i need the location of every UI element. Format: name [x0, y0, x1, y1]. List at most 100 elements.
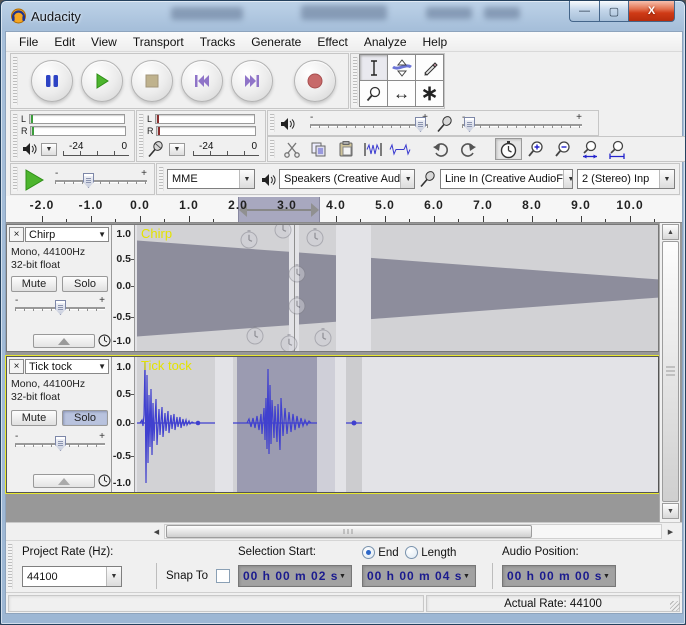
zoom-tool[interactable]: [359, 80, 388, 107]
track-title-menu[interactable]: Chirp▼: [25, 227, 109, 242]
toolbar-grip[interactable]: [353, 57, 358, 105]
pause-button[interactable]: [31, 60, 73, 102]
cut-button[interactable]: [278, 138, 305, 160]
track-chirp[interactable]: × Chirp▼ Mono, 44100Hz 32-bit float Mute…: [6, 224, 659, 352]
horizontal-scroll-thumb[interactable]: [166, 525, 532, 538]
skip-to-start-button[interactable]: [181, 60, 223, 102]
menu-analyze[interactable]: Analyze: [356, 33, 415, 51]
toolbar-grip[interactable]: [270, 140, 275, 158]
fit-project-button[interactable]: [603, 138, 630, 160]
recording-meter-right[interactable]: [156, 126, 256, 136]
menu-file[interactable]: File: [11, 33, 46, 51]
minimize-button[interactable]: —: [569, 1, 599, 22]
toolbar-grip[interactable]: [13, 57, 18, 105]
end-radio[interactable]: [362, 546, 375, 559]
menu-tracks[interactable]: Tracks: [192, 33, 244, 51]
menu-generate[interactable]: Generate: [243, 33, 309, 51]
scroll-down-button[interactable]: ▼: [662, 503, 679, 519]
track-collapse-button[interactable]: [33, 334, 95, 348]
zoom-out-button[interactable]: [549, 138, 576, 160]
trim-audio-button[interactable]: [359, 138, 386, 160]
solo-button[interactable]: Solo: [62, 410, 108, 426]
audio-position-field[interactable]: 00 h 00 m 00 s▼: [502, 565, 616, 587]
amplitude-ruler[interactable]: 1.0 0.5 0.0 -0.5 -1.0: [112, 357, 135, 492]
toolbar-grip[interactable]: [13, 167, 18, 191]
input-volume-slider[interactable]: -+: [462, 116, 582, 134]
menu-edit[interactable]: Edit: [46, 33, 83, 51]
toolbar-grip[interactable]: [139, 114, 144, 158]
toolbar-grip[interactable]: [8, 544, 13, 589]
paste-button[interactable]: [332, 138, 359, 160]
sync-lock-button[interactable]: [495, 138, 522, 160]
recording-meter-toolbar[interactable]: L R ▼ -240: [136, 110, 266, 162]
title-bar[interactable]: Audacity — ▢ X: [1, 1, 686, 31]
recording-channels-select[interactable]: 2 (Stereo) Inp▼: [577, 169, 675, 189]
scroll-right-button[interactable]: ▶: [663, 524, 678, 539]
output-volume-thumb[interactable]: [415, 117, 426, 132]
toolbar-grip[interactable]: [270, 114, 275, 132]
waveform-area-tick-tock[interactable]: Tick tock: [135, 357, 658, 492]
track-title-menu[interactable]: Tick tock▼: [25, 359, 109, 374]
close-button[interactable]: X: [628, 1, 675, 22]
amplitude-ruler[interactable]: 1.0 0.5 0.0 -0.5 -1.0: [112, 225, 135, 351]
length-radio[interactable]: [405, 546, 418, 559]
fit-selection-button[interactable]: [576, 138, 603, 160]
play-at-speed-button[interactable]: [21, 167, 47, 192]
track-collapse-button[interactable]: [33, 474, 95, 488]
playback-speed-slider[interactable]: -+: [55, 172, 147, 190]
track-close-button[interactable]: ×: [9, 359, 24, 374]
playback-meter-dropdown[interactable]: ▼: [41, 143, 57, 156]
redo-button[interactable]: [454, 138, 481, 160]
track-close-button[interactable]: ×: [9, 227, 24, 242]
menu-help[interactable]: Help: [415, 33, 456, 51]
envelope-tool[interactable]: [387, 54, 416, 81]
track-canvas[interactable]: × Chirp▼ Mono, 44100Hz 32-bit float Mute…: [6, 223, 682, 522]
menu-view[interactable]: View: [83, 33, 125, 51]
multi-tool[interactable]: ∗: [415, 80, 444, 107]
project-rate-select[interactable]: 44100▼: [22, 566, 122, 587]
snap-to-checkbox[interactable]: [216, 569, 230, 583]
maximize-button[interactable]: ▢: [599, 1, 628, 22]
scroll-up-button[interactable]: ▲: [662, 224, 679, 240]
toolbar-grip[interactable]: [159, 167, 164, 191]
mute-button[interactable]: Mute: [11, 276, 57, 292]
skip-to-end-button[interactable]: [231, 60, 273, 102]
menu-transport[interactable]: Transport: [125, 33, 192, 51]
recording-meter-dropdown[interactable]: ▼: [169, 143, 185, 156]
draw-tool[interactable]: [415, 54, 444, 81]
waveform-area-chirp[interactable]: Chirp: [135, 225, 658, 351]
timeline-ruler[interactable]: -2.0 -1.0 0.0 1.0 2.0 3.0 4.0 5.0 6.0 7.…: [6, 196, 682, 223]
gain-thumb[interactable]: [55, 436, 66, 451]
vertical-scrollbar[interactable]: ▲ ▼: [659, 223, 680, 522]
zoom-in-button[interactable]: [522, 138, 549, 160]
input-volume-thumb[interactable]: [464, 117, 475, 132]
toolbar-grip[interactable]: [13, 114, 18, 158]
record-button[interactable]: [294, 60, 336, 102]
timeshift-tool[interactable]: ↔: [387, 80, 416, 107]
playback-meter-left[interactable]: [29, 114, 125, 124]
scroll-left-button[interactable]: ◀: [149, 524, 164, 539]
mute-button[interactable]: Mute: [11, 410, 57, 426]
selection-tool[interactable]: [359, 54, 388, 81]
output-volume-slider[interactable]: -+: [310, 116, 428, 134]
recording-meter-left[interactable]: [155, 114, 255, 124]
stop-button[interactable]: [131, 60, 173, 102]
playback-meter-toolbar[interactable]: L R ▼ -240: [10, 110, 135, 162]
gain-slider[interactable]: -+: [15, 299, 105, 317]
play-button[interactable]: [81, 60, 123, 102]
menu-effect[interactable]: Effect: [309, 33, 355, 51]
undo-button[interactable]: [427, 138, 454, 160]
copy-button[interactable]: [305, 138, 332, 160]
solo-button[interactable]: Solo: [62, 276, 108, 292]
track-tick-tock[interactable]: × Tick tock▼ Mono, 44100Hz 32-bit float …: [6, 356, 659, 493]
resize-grip[interactable]: [670, 601, 680, 611]
gain-slider[interactable]: -+: [15, 435, 105, 453]
selection-end-field[interactable]: 00 h 00 m 04 s▼: [362, 565, 476, 587]
vertical-scroll-thumb[interactable]: [662, 241, 679, 502]
playback-device-select[interactable]: Speakers (Creative Aud▼: [279, 169, 415, 189]
audio-host-select[interactable]: MME▼: [167, 169, 255, 189]
silence-audio-button[interactable]: [386, 138, 413, 160]
selection-start-field[interactable]: 00 h 00 m 02 s▼: [238, 565, 352, 587]
recording-device-select[interactable]: Line In (Creative AudioF▼: [440, 169, 573, 189]
gain-thumb[interactable]: [55, 300, 66, 315]
